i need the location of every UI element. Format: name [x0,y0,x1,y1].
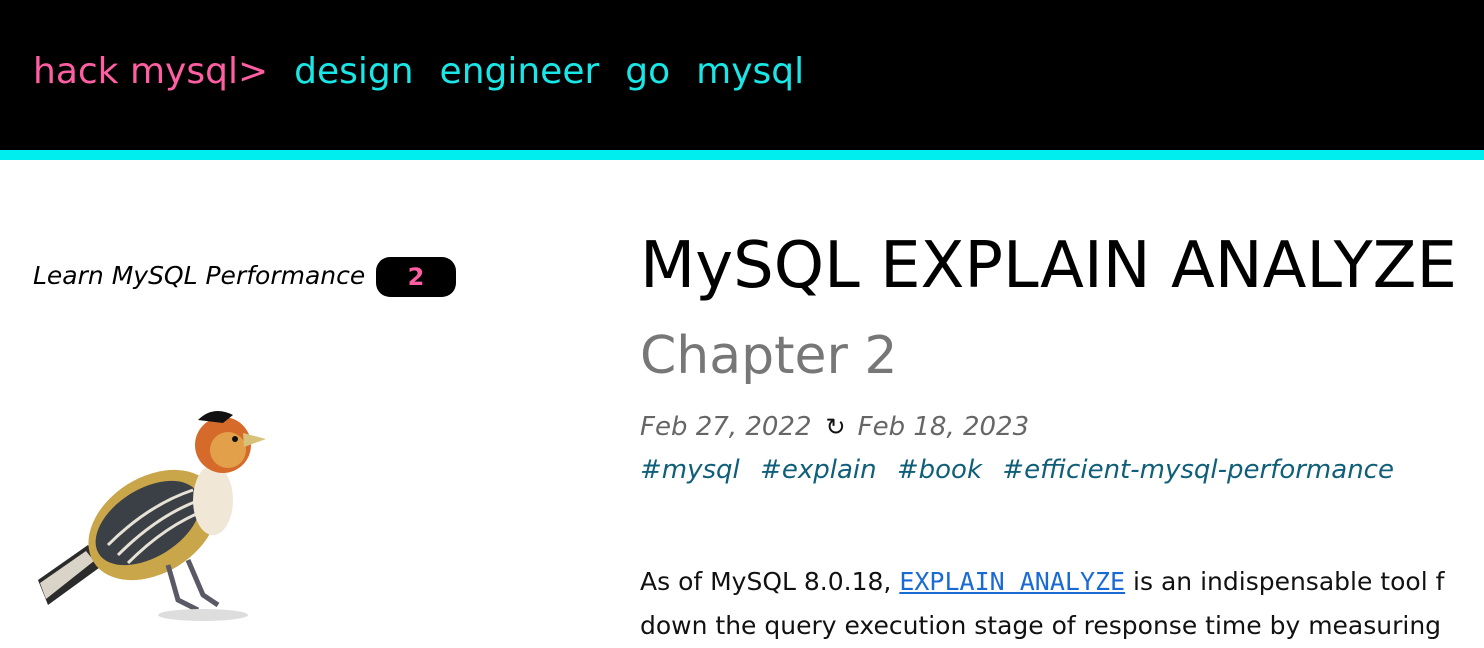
tag-list: #mysql #explain #book #efficient-mysql-p… [640,455,1406,485]
bird-illustration [38,411,266,621]
tag-mysql[interactable]: #mysql [640,455,740,485]
header-accent-bar [0,150,1484,160]
series-label[interactable]: Learn MySQL Performance [33,261,365,290]
article-title: MySQL EXPLAIN ANALYZE [640,229,1457,303]
site-brand-link[interactable]: hack mysql> [33,51,268,92]
main-nav: hack mysql> design engineer go mysql [33,51,830,92]
refresh-icon: ↻ [825,413,846,441]
tag-explain[interactable]: #explain [760,455,877,485]
paragraph-line-1: As of MySQL 8.0.18, EXPLAIN ANALYZE is a… [640,560,1484,604]
nav-link-mysql[interactable]: mysql [696,51,804,92]
header-bar: hack mysql> design engineer go mysql [0,0,1484,150]
explain-analyze-link[interactable]: EXPLAIN ANALYZE [899,567,1125,596]
article-paragraph: As of MySQL 8.0.18, EXPLAIN ANALYZE is a… [640,560,1484,648]
paragraph-tail: is an indispensable tool f [1125,567,1445,596]
tag-book[interactable]: #book [897,455,982,485]
chapter-badge: 2 [376,257,456,297]
published-date: Feb 27, 2022 [640,412,812,442]
paragraph-line-2: down the query execution stage of respon… [640,611,1442,640]
nav-link-go[interactable]: go [625,51,670,92]
article-dates: Feb 27, 2022 ↻ Feb 18, 2023 [640,412,1029,442]
updated-date: Feb 18, 2023 [857,412,1030,442]
article-subtitle: Chapter 2 [640,326,898,386]
nav-link-engineer[interactable]: engineer [440,51,600,92]
nav-link-design[interactable]: design [294,51,413,92]
tag-efficient-mysql-performance[interactable]: #efficient-mysql-performance [1002,455,1394,485]
paragraph-lead: As of MySQL 8.0.18, [640,567,900,596]
